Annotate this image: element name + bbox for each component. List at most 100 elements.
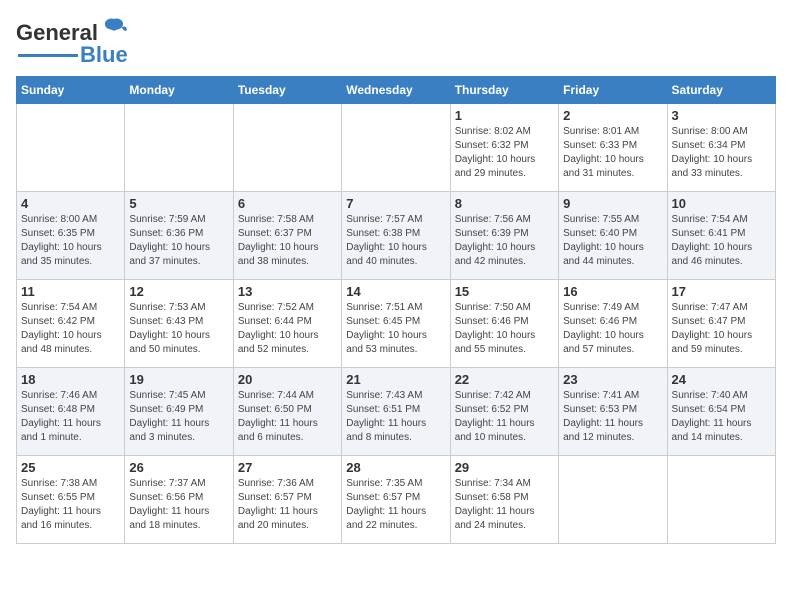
day-cell: 17 Sunrise: 7:47 AM Sunset: 6:47 PM Dayli…	[667, 280, 775, 368]
day-cell	[17, 104, 125, 192]
week-row-3: 18 Sunrise: 7:46 AM Sunset: 6:48 PM Dayli…	[17, 368, 776, 456]
day-number: 29	[455, 460, 554, 475]
day-number: 21	[346, 372, 445, 387]
day-cell: 1 Sunrise: 8:02 AM Sunset: 6:32 PM Daylig…	[450, 104, 558, 192]
logo: General Blue	[16, 20, 128, 68]
weekday-header-sunday: Sunday	[17, 77, 125, 104]
day-info: Sunrise: 7:51 AM Sunset: 6:45 PM Dayligh…	[346, 301, 445, 357]
day-info: Sunrise: 7:50 AM Sunset: 6:46 PM Dayligh…	[455, 301, 554, 357]
day-number: 3	[672, 108, 771, 123]
day-cell	[233, 104, 341, 192]
day-cell: 14 Sunrise: 7:51 AM Sunset: 6:45 PM Dayli…	[342, 280, 450, 368]
day-number: 13	[238, 284, 337, 299]
week-row-4: 25 Sunrise: 7:38 AM Sunset: 6:55 PM Dayli…	[17, 456, 776, 544]
day-number: 22	[455, 372, 554, 387]
day-info: Sunrise: 7:52 AM Sunset: 6:44 PM Dayligh…	[238, 301, 337, 357]
weekday-header-friday: Friday	[559, 77, 667, 104]
weekday-header-monday: Monday	[125, 77, 233, 104]
calendar-table: SundayMondayTuesdayWednesdayThursdayFrid…	[16, 76, 776, 544]
day-info: Sunrise: 8:01 AM Sunset: 6:33 PM Dayligh…	[563, 125, 662, 181]
day-number: 1	[455, 108, 554, 123]
day-number: 17	[672, 284, 771, 299]
day-info: Sunrise: 7:44 AM Sunset: 6:50 PM Dayligh…	[238, 389, 337, 445]
day-info: Sunrise: 7:34 AM Sunset: 6:58 PM Dayligh…	[455, 477, 554, 533]
day-number: 4	[21, 196, 120, 211]
day-cell	[559, 456, 667, 544]
day-info: Sunrise: 7:43 AM Sunset: 6:51 PM Dayligh…	[346, 389, 445, 445]
weekday-header-tuesday: Tuesday	[233, 77, 341, 104]
day-cell: 28 Sunrise: 7:35 AM Sunset: 6:57 PM Dayli…	[342, 456, 450, 544]
day-cell	[342, 104, 450, 192]
header: General Blue	[16, 16, 776, 68]
day-info: Sunrise: 7:56 AM Sunset: 6:39 PM Dayligh…	[455, 213, 554, 269]
day-cell: 6 Sunrise: 7:58 AM Sunset: 6:37 PM Daylig…	[233, 192, 341, 280]
day-cell: 23Sunrise: 7:41 AM Sunset: 6:53 PM Dayli…	[559, 368, 667, 456]
day-number: 6	[238, 196, 337, 211]
day-cell: 29 Sunrise: 7:34 AM Sunset: 6:58 PM Dayli…	[450, 456, 558, 544]
day-info: Sunrise: 7:38 AM Sunset: 6:55 PM Dayligh…	[21, 477, 120, 533]
day-info: Sunrise: 7:58 AM Sunset: 6:37 PM Dayligh…	[238, 213, 337, 269]
day-number: 11	[21, 284, 120, 299]
logo-bird-icon	[100, 15, 128, 43]
day-number: 14	[346, 284, 445, 299]
day-cell: 9 Sunrise: 7:55 AM Sunset: 6:40 PM Daylig…	[559, 192, 667, 280]
day-number: 19	[129, 372, 228, 387]
day-number: 27	[238, 460, 337, 475]
day-number: 7	[346, 196, 445, 211]
day-number: 16	[563, 284, 662, 299]
day-number: 15	[455, 284, 554, 299]
weekday-header-thursday: Thursday	[450, 77, 558, 104]
day-cell: 13 Sunrise: 7:52 AM Sunset: 6:44 PM Dayli…	[233, 280, 341, 368]
day-cell: 25 Sunrise: 7:38 AM Sunset: 6:55 PM Dayli…	[17, 456, 125, 544]
day-cell	[667, 456, 775, 544]
week-row-2: 11Sunrise: 7:54 AM Sunset: 6:42 PM Dayli…	[17, 280, 776, 368]
weekday-header-wednesday: Wednesday	[342, 77, 450, 104]
day-info: Sunrise: 7:45 AM Sunset: 6:49 PM Dayligh…	[129, 389, 228, 445]
day-cell: 21 Sunrise: 7:43 AM Sunset: 6:51 PM Dayli…	[342, 368, 450, 456]
day-cell: 18 Sunrise: 7:46 AM Sunset: 6:48 PM Dayli…	[17, 368, 125, 456]
day-cell: 16 Sunrise: 7:49 AM Sunset: 6:46 PM Dayli…	[559, 280, 667, 368]
day-info: Sunrise: 7:40 AM Sunset: 6:54 PM Dayligh…	[672, 389, 771, 445]
day-number: 10	[672, 196, 771, 211]
day-info: Sunrise: 7:54 AM Sunset: 6:41 PM Dayligh…	[672, 213, 771, 269]
day-info: Sunrise: 8:00 AM Sunset: 6:35 PM Dayligh…	[21, 213, 120, 269]
day-cell: 15 Sunrise: 7:50 AM Sunset: 6:46 PM Dayli…	[450, 280, 558, 368]
day-info: Sunrise: 7:47 AM Sunset: 6:47 PM Dayligh…	[672, 301, 771, 357]
day-number: 5	[129, 196, 228, 211]
day-info: Sunrise: 7:35 AM Sunset: 6:57 PM Dayligh…	[346, 477, 445, 533]
day-cell: 26 Sunrise: 7:37 AM Sunset: 6:56 PM Dayli…	[125, 456, 233, 544]
day-info: Sunrise: 8:02 AM Sunset: 6:32 PM Dayligh…	[455, 125, 554, 181]
day-info: Sunrise: 7:42 AM Sunset: 6:52 PM Dayligh…	[455, 389, 554, 445]
day-number: 12	[129, 284, 228, 299]
day-cell: 3 Sunrise: 8:00 AM Sunset: 6:34 PM Daylig…	[667, 104, 775, 192]
day-info: Sunrise: 7:57 AM Sunset: 6:38 PM Dayligh…	[346, 213, 445, 269]
day-number: 23	[563, 372, 662, 387]
day-info: Sunrise: 7:55 AM Sunset: 6:40 PM Dayligh…	[563, 213, 662, 269]
day-cell: 22 Sunrise: 7:42 AM Sunset: 6:52 PM Dayli…	[450, 368, 558, 456]
day-cell: 19 Sunrise: 7:45 AM Sunset: 6:49 PM Dayli…	[125, 368, 233, 456]
day-cell: 2Sunrise: 8:01 AM Sunset: 6:33 PM Daylig…	[559, 104, 667, 192]
day-number: 25	[21, 460, 120, 475]
day-info: Sunrise: 7:37 AM Sunset: 6:56 PM Dayligh…	[129, 477, 228, 533]
logo-blue: Blue	[80, 42, 128, 68]
day-info: Sunrise: 8:00 AM Sunset: 6:34 PM Dayligh…	[672, 125, 771, 181]
day-cell: 20Sunrise: 7:44 AM Sunset: 6:50 PM Dayli…	[233, 368, 341, 456]
day-info: Sunrise: 7:46 AM Sunset: 6:48 PM Dayligh…	[21, 389, 120, 445]
weekday-header-row: SundayMondayTuesdayWednesdayThursdayFrid…	[17, 77, 776, 104]
week-row-0: 1 Sunrise: 8:02 AM Sunset: 6:32 PM Daylig…	[17, 104, 776, 192]
day-number: 26	[129, 460, 228, 475]
day-number: 8	[455, 196, 554, 211]
day-info: Sunrise: 7:49 AM Sunset: 6:46 PM Dayligh…	[563, 301, 662, 357]
weekday-header-saturday: Saturday	[667, 77, 775, 104]
day-cell: 8 Sunrise: 7:56 AM Sunset: 6:39 PM Daylig…	[450, 192, 558, 280]
day-number: 28	[346, 460, 445, 475]
day-info: Sunrise: 7:59 AM Sunset: 6:36 PM Dayligh…	[129, 213, 228, 269]
day-cell: 4 Sunrise: 8:00 AM Sunset: 6:35 PM Daylig…	[17, 192, 125, 280]
day-cell: 5 Sunrise: 7:59 AM Sunset: 6:36 PM Daylig…	[125, 192, 233, 280]
week-row-1: 4 Sunrise: 8:00 AM Sunset: 6:35 PM Daylig…	[17, 192, 776, 280]
day-info: Sunrise: 7:36 AM Sunset: 6:57 PM Dayligh…	[238, 477, 337, 533]
day-info: Sunrise: 7:53 AM Sunset: 6:43 PM Dayligh…	[129, 301, 228, 357]
day-cell: 27 Sunrise: 7:36 AM Sunset: 6:57 PM Dayli…	[233, 456, 341, 544]
day-number: 9	[563, 196, 662, 211]
day-number: 18	[21, 372, 120, 387]
